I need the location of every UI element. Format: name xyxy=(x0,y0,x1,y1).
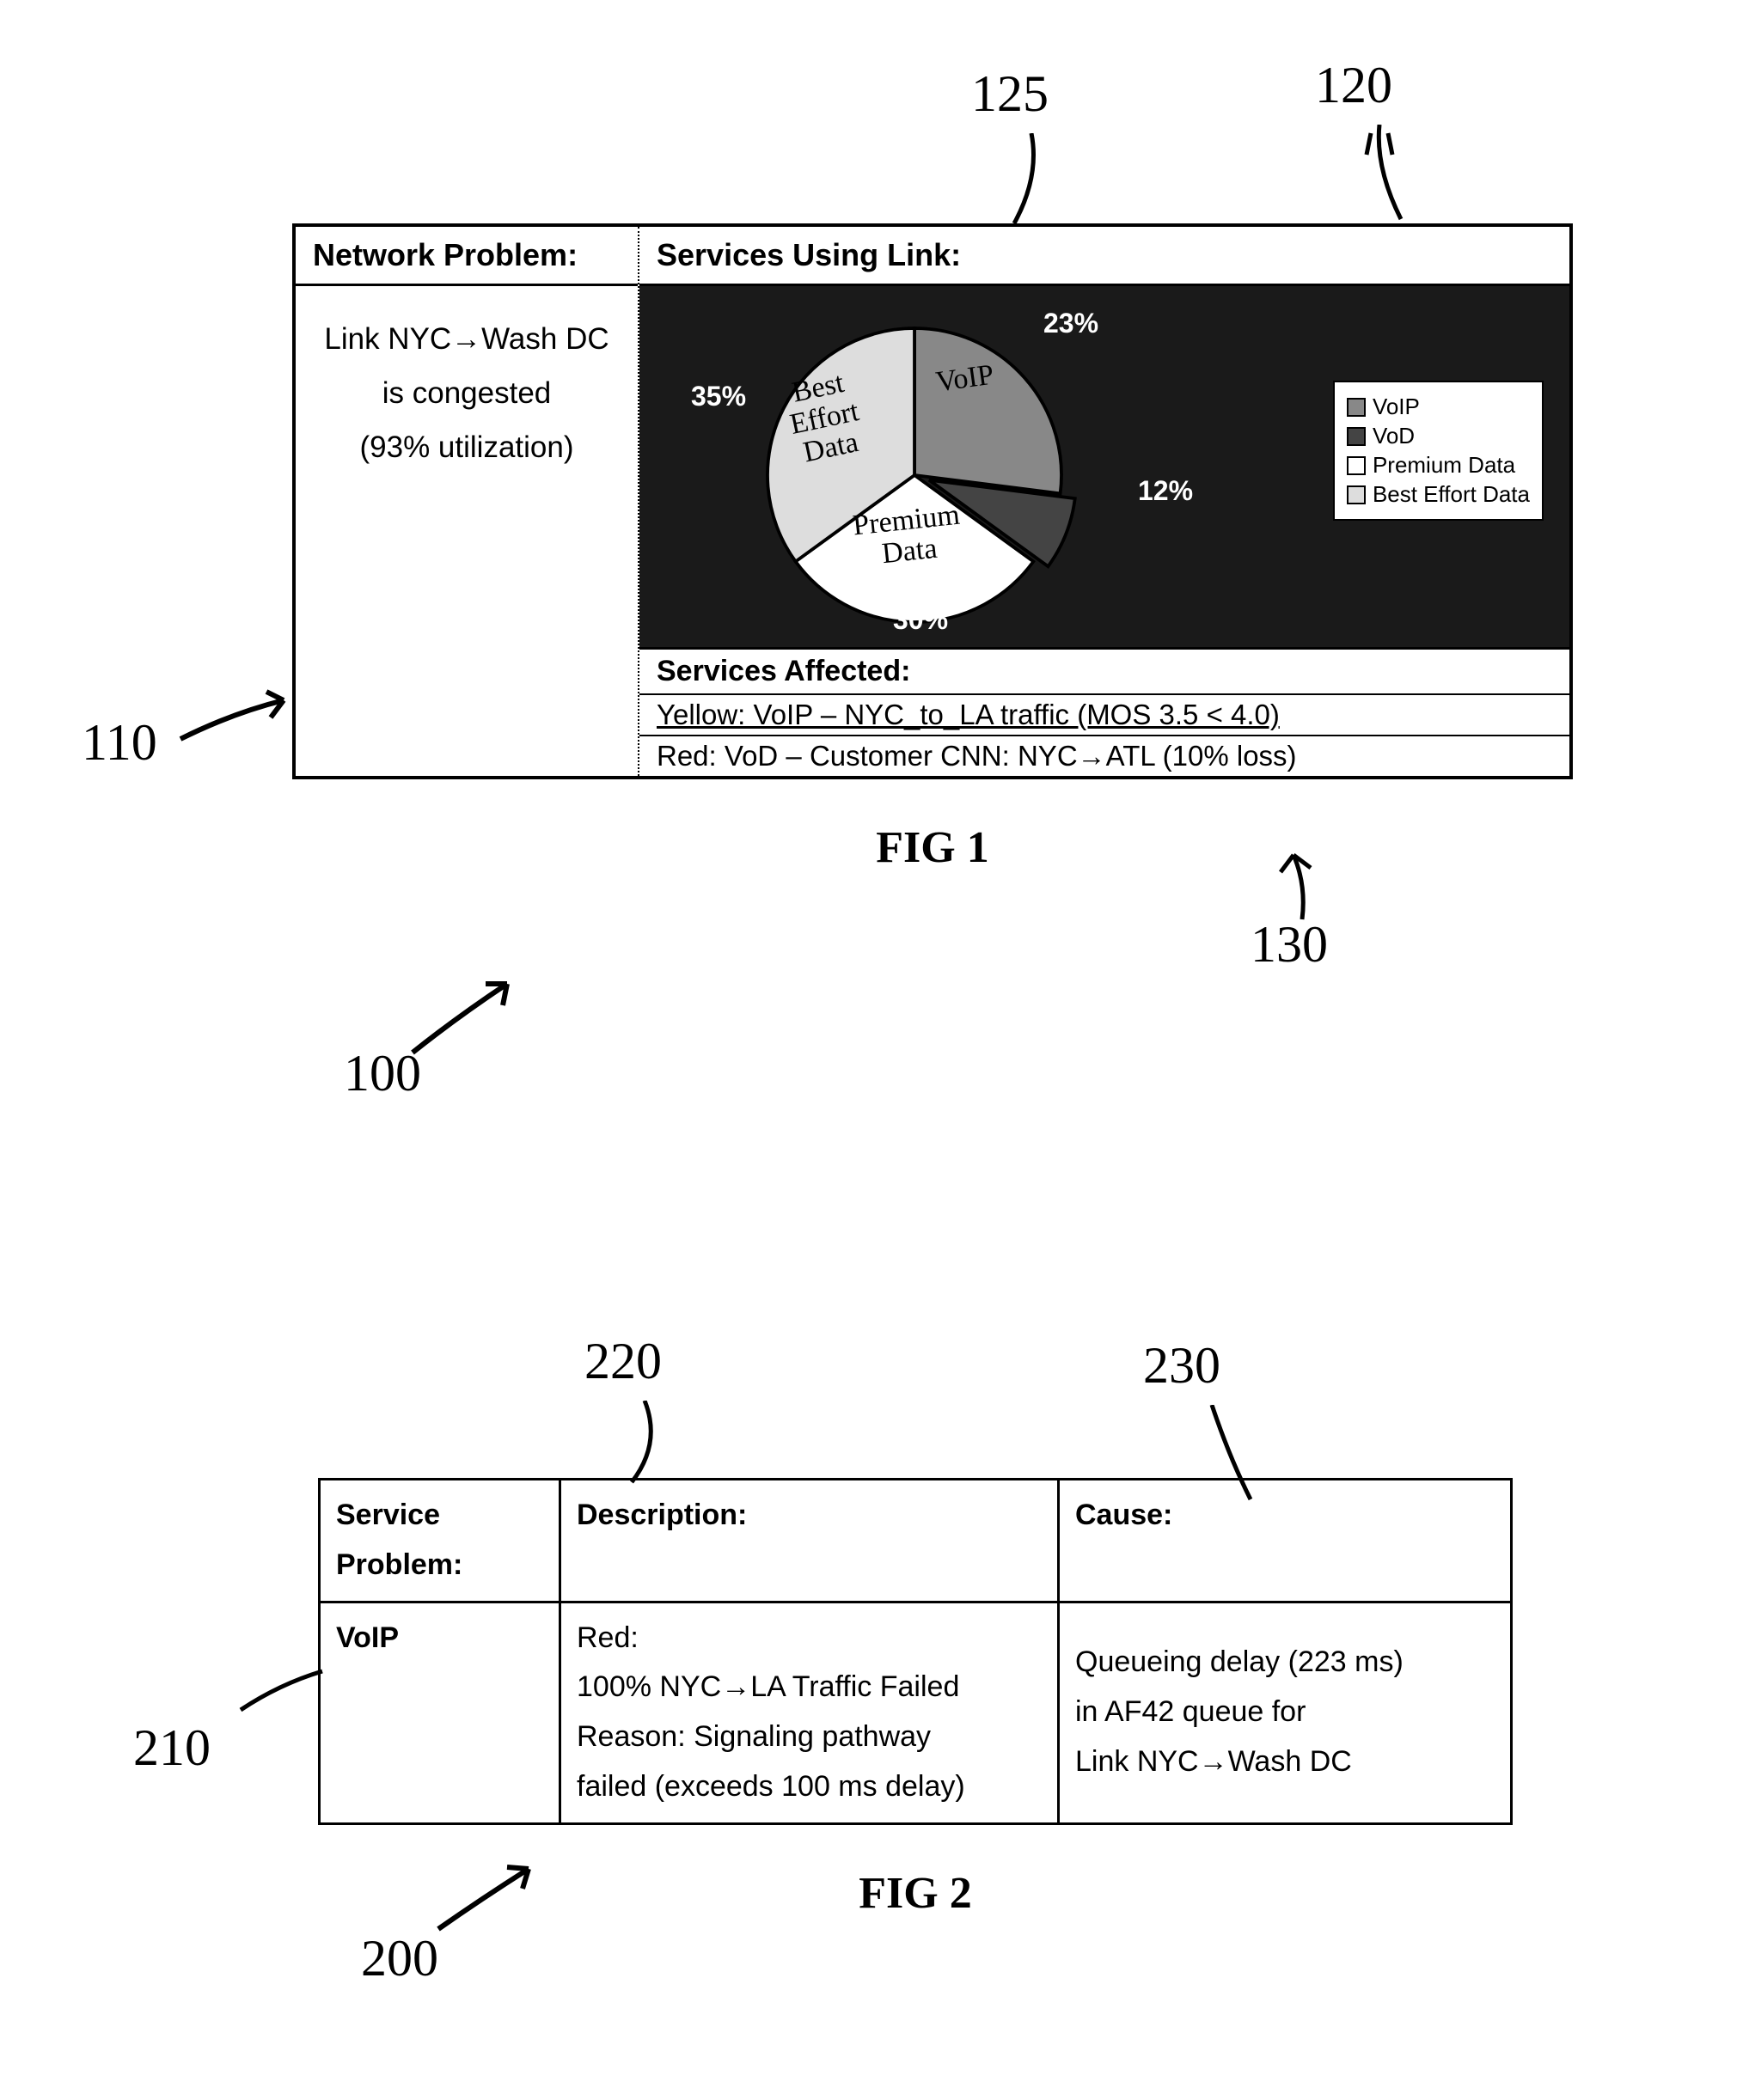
swatch-icon xyxy=(1347,427,1366,446)
callout-110: 110 xyxy=(82,713,157,772)
cause-cell: Queueing delay (223 ms) in AF42 queue fo… xyxy=(1059,1602,1512,1823)
utilization: (93% utilization) xyxy=(309,420,624,474)
legend-label: VoD xyxy=(1373,423,1415,449)
callout-230: 230 xyxy=(1143,1336,1220,1395)
congestion-status: is congested xyxy=(309,366,624,420)
legend-label: Premium Data xyxy=(1373,452,1515,479)
besteffort-pct-label: 35% xyxy=(691,381,746,412)
network-problem-body: Link NYC→Wash DC is congested (93% utili… xyxy=(296,286,638,526)
arrow-icon xyxy=(430,1860,541,1938)
col-header-label: Service Problem: xyxy=(336,1499,462,1581)
arrow-icon xyxy=(404,975,524,1061)
table-row: VoIP Red: 100% NYC→LA Traffic Failed Rea… xyxy=(320,1602,1512,1823)
callout-200: 200 xyxy=(361,1929,438,1988)
figure-1: Network Problem: Link NYC→Wash DC is con… xyxy=(292,223,1573,873)
services-affected-panel: Services Affected: Yellow: VoIP – NYC_to… xyxy=(639,647,1569,776)
network-problem-panel: Network Problem: Link NYC→Wash DC is con… xyxy=(296,227,639,776)
callout-line-icon xyxy=(1203,1405,1272,1504)
figure-2: Service Problem: Description: Cause: VoI… xyxy=(318,1478,1513,1919)
legend-item-premium: Premium Data xyxy=(1347,452,1530,479)
services-header: Services Using Link: xyxy=(639,227,1569,286)
network-problem-header: Network Problem: xyxy=(296,227,638,286)
swatch-icon xyxy=(1347,485,1366,504)
legend-item-besteffort: Best Effort Data xyxy=(1347,481,1530,508)
pie-chart-panel: 23% 12% 30% 35% VoIP Premium Data Best E… xyxy=(639,286,1569,647)
arrow-icon xyxy=(172,687,301,756)
legend-item-vod: VoD xyxy=(1347,423,1530,449)
fig2-table: Service Problem: Description: Cause: VoI… xyxy=(318,1478,1513,1825)
legend-label: Best Effort Data xyxy=(1373,481,1530,508)
premium-pct-label: 30% xyxy=(893,604,948,636)
table-header-row: Service Problem: Description: Cause: xyxy=(320,1480,1512,1602)
link-name: Link NYC→Wash DC xyxy=(309,312,624,366)
col-description: Description: xyxy=(560,1480,1059,1602)
service-cell: VoIP xyxy=(320,1602,560,1823)
callout-220: 220 xyxy=(584,1332,662,1391)
callout-125: 125 xyxy=(971,64,1049,124)
pie-chart xyxy=(751,312,1078,638)
fig1-caption: FIG 1 xyxy=(292,822,1573,873)
affected-red-row: Red: VoD – Customer CNN: NYC→ATL (10% lo… xyxy=(639,736,1569,776)
services-affected-header: Services Affected: xyxy=(639,650,1569,695)
col-cause: Cause: xyxy=(1059,1480,1512,1602)
swatch-icon xyxy=(1347,456,1366,475)
legend: VoIP VoD Premium Data Best Effort Data xyxy=(1333,381,1544,521)
fig1-panel: Network Problem: Link NYC→Wash DC is con… xyxy=(292,223,1573,779)
services-panel: Services Using Link: 23% 1 xyxy=(639,227,1569,776)
callout-120: 120 xyxy=(1315,56,1392,115)
voip-pct-label: 23% xyxy=(1043,308,1098,339)
callout-210: 210 xyxy=(133,1718,211,1778)
arrow-icon xyxy=(1276,851,1345,928)
swatch-icon xyxy=(1347,398,1366,417)
callout-line-icon xyxy=(1006,133,1074,236)
col-service-problem: Service Problem: xyxy=(320,1480,560,1602)
legend-label: VoIP xyxy=(1373,394,1420,420)
vod-pct-label: 12% xyxy=(1138,475,1193,507)
description-cell: Red: 100% NYC→LA Traffic Failed Reason: … xyxy=(560,1602,1059,1823)
premium-slice-label: Premium Data xyxy=(852,500,964,572)
callout-line-icon xyxy=(619,1401,688,1486)
callout-line-icon xyxy=(1354,125,1422,228)
affected-yellow-row: Yellow: VoIP – NYC_to_LA traffic (MOS 3.… xyxy=(639,695,1569,736)
legend-item-voip: VoIP xyxy=(1347,394,1530,420)
callout-line-icon xyxy=(236,1667,331,1718)
